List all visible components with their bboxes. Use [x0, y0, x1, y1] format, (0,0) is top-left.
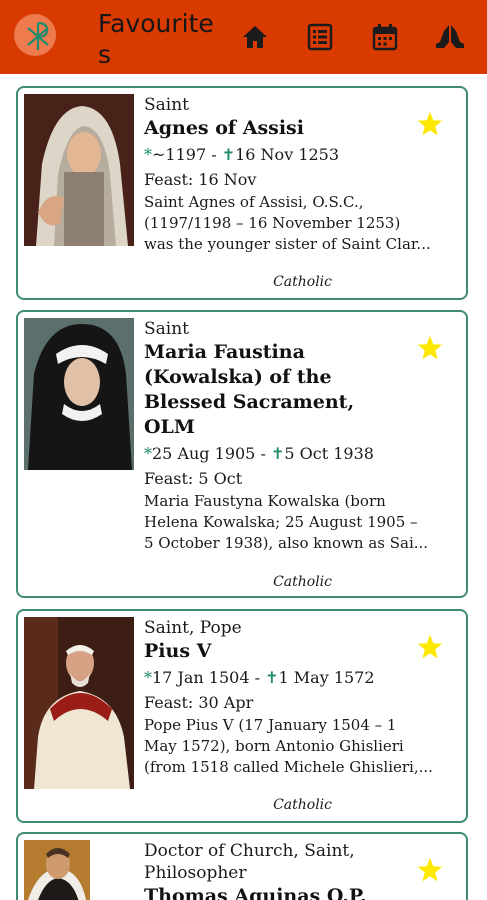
list-icon[interactable] — [305, 22, 335, 52]
saint-card-thomas[interactable]: Doctor of Church, Saint, Philosopher Tho… — [16, 832, 468, 900]
saint-portrait — [24, 318, 134, 470]
death-date: 1 May 1572 — [278, 668, 375, 687]
death-cross-icon: ✝ — [265, 668, 279, 687]
saint-name: Maria Faustina (Kowalska) of the Blessed… — [144, 341, 355, 438]
star-icon[interactable] — [416, 856, 444, 884]
saint-info: Saint, Pope Pius V *17 Jan 1504 - ✝1 May… — [144, 617, 460, 778]
star-icon[interactable] — [416, 110, 444, 138]
saint-portrait — [24, 840, 90, 900]
home-icon[interactable] — [240, 22, 270, 52]
feast-day: Feast: 5 Oct — [144, 469, 243, 488]
death-date: 16 Nov 1253 — [235, 145, 340, 164]
saint-description: Maria Faustyna Kowalska (born Helena Kow… — [144, 492, 429, 552]
saint-dates: *~1197 - ✝16 Nov 1253 — [144, 145, 340, 164]
saint-type: Saint — [144, 319, 189, 339]
calendar-icon[interactable] — [370, 22, 400, 52]
feast-day: Feast: 30 Apr — [144, 693, 254, 712]
app-logo[interactable] — [14, 14, 56, 56]
saint-portrait — [24, 94, 134, 246]
birth-date: ~1197 — [152, 145, 207, 164]
saint-type: Doctor of Church, Saint, Philosopher — [144, 841, 355, 883]
saint-dates: *17 Jan 1504 - ✝1 May 1572 — [144, 668, 375, 687]
saint-dates: *25 Aug 1905 - ✝5 Oct 1938 — [144, 444, 374, 463]
praying-hands-icon[interactable] — [433, 22, 464, 52]
death-cross-icon: ✝ — [221, 145, 236, 164]
saint-portrait — [24, 617, 134, 789]
saint-card-agnes[interactable]: Saint Agnes of Assisi *~1197 - ✝16 Nov 1… — [16, 86, 468, 300]
app-bar: Favourites — [0, 0, 487, 74]
saint-description: Pope Pius V (17 January 1504 – 1 May 157… — [144, 716, 433, 776]
star-icon[interactable] — [416, 633, 444, 661]
page-title: Favourites — [98, 9, 214, 69]
saint-type: Saint, Pope — [144, 618, 242, 638]
church-label: Catholic — [273, 274, 332, 290]
saint-description: Saint Agnes of Assisi, O.S.C., (1197/119… — [144, 193, 431, 253]
star-icon[interactable] — [416, 334, 444, 362]
saint-card-pius[interactable]: Saint, Pope Pius V *17 Jan 1504 - ✝1 May… — [16, 609, 468, 823]
birth-mark: * — [144, 145, 152, 164]
church-label: Catholic — [273, 797, 332, 813]
death-date: 5 Oct 1938 — [284, 444, 374, 463]
death-cross-icon: ✝ — [270, 444, 285, 463]
saint-info: Saint Maria Faustina (Kowalska) of the B… — [144, 318, 460, 554]
birth-date: 17 Jan 1504 — [152, 668, 250, 687]
favourites-list[interactable]: Saint Agnes of Assisi *~1197 - ✝16 Nov 1… — [0, 74, 487, 900]
feast-day: Feast: 16 Nov — [144, 170, 257, 189]
birth-mark: * — [144, 444, 152, 463]
church-label: Catholic — [273, 574, 332, 590]
saint-info: Doctor of Church, Saint, Philosopher Tho… — [144, 840, 460, 900]
saint-type: Saint — [144, 95, 189, 115]
saint-info: Saint Agnes of Assisi *~1197 - ✝16 Nov 1… — [144, 94, 460, 255]
saint-card-faustina[interactable]: Saint Maria Faustina (Kowalska) of the B… — [16, 310, 468, 598]
birth-mark: * — [144, 668, 152, 687]
birth-date: 25 Aug 1905 — [152, 444, 256, 463]
saint-name: Agnes of Assisi — [144, 117, 304, 139]
saint-name: Pius V — [144, 640, 212, 662]
saint-name: Thomas Aquinas O.P. — [144, 885, 367, 900]
chi-rho-icon — [27, 21, 49, 50]
